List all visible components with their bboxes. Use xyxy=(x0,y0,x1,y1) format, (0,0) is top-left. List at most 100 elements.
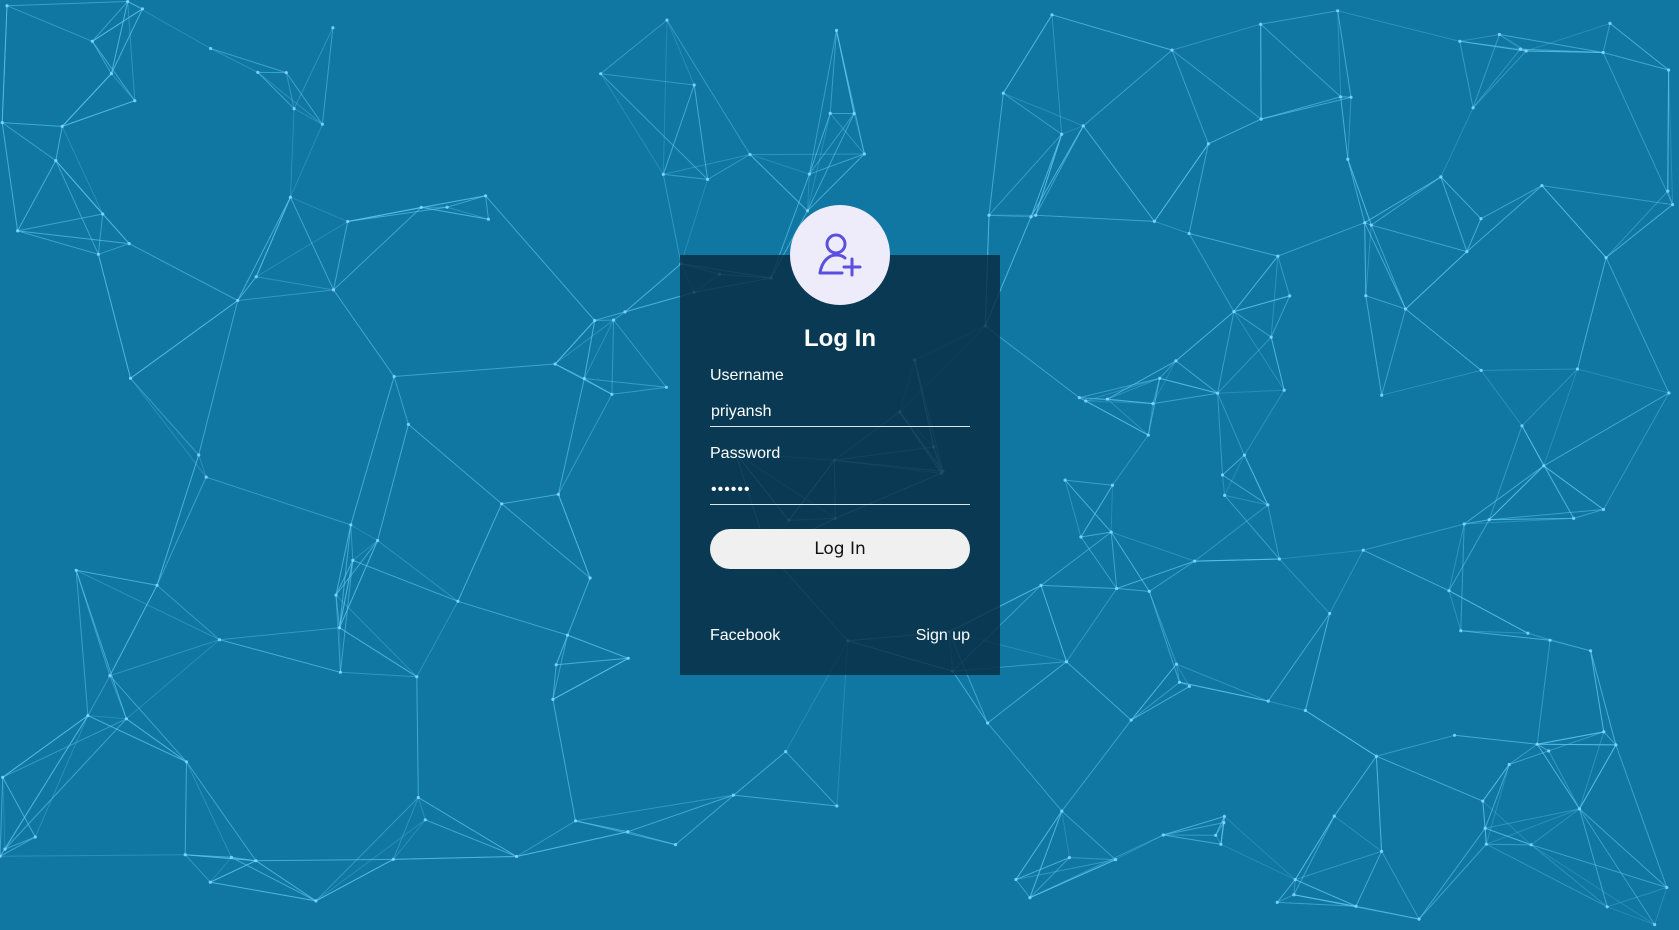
network-line xyxy=(1482,801,1487,845)
network-line xyxy=(1521,425,1545,467)
network-line xyxy=(1362,549,1450,592)
network-node xyxy=(731,793,736,797)
network-line xyxy=(1179,681,1269,702)
network-line xyxy=(611,319,615,395)
network-node xyxy=(500,502,504,506)
network-line xyxy=(0,777,4,857)
network-line xyxy=(87,715,187,763)
network-node xyxy=(987,213,991,217)
network-line xyxy=(1484,764,1510,829)
network-line xyxy=(707,154,751,180)
network-line xyxy=(583,320,596,379)
network-node xyxy=(1547,749,1551,753)
network-line xyxy=(1163,815,1225,836)
network-line xyxy=(1481,368,1578,371)
network-node xyxy=(1479,368,1483,372)
network-node xyxy=(1369,223,1373,227)
network-node xyxy=(612,318,616,322)
network-node xyxy=(54,159,58,163)
user-plus-icon xyxy=(814,229,866,281)
network-node xyxy=(1529,843,1533,847)
network-line xyxy=(1480,370,1523,427)
network-node xyxy=(1187,231,1191,236)
network-line xyxy=(347,206,422,222)
network-line xyxy=(61,126,104,215)
network-line xyxy=(1365,295,1383,396)
network-line xyxy=(485,195,596,321)
network-node xyxy=(1354,904,1358,908)
network-line xyxy=(1267,504,1280,560)
network-line xyxy=(554,319,614,365)
network-line xyxy=(130,300,238,379)
network-line xyxy=(809,153,865,175)
network-line xyxy=(952,670,989,724)
network-node xyxy=(184,760,189,764)
network-line xyxy=(130,377,207,478)
network-line xyxy=(1602,52,1674,205)
network-line xyxy=(1486,843,1532,846)
network-line xyxy=(237,276,257,301)
network-node xyxy=(3,847,7,851)
signup-link[interactable]: Sign up xyxy=(916,627,970,645)
network-node xyxy=(128,376,133,380)
network-line xyxy=(557,494,591,579)
network-node xyxy=(1282,388,1286,392)
network-node xyxy=(748,152,752,157)
network-line xyxy=(237,196,291,301)
network-node xyxy=(5,4,9,8)
network-node xyxy=(1151,402,1155,406)
network-line xyxy=(91,41,136,101)
network-node xyxy=(1665,885,1669,890)
network-node xyxy=(1216,391,1220,395)
network-line xyxy=(1,5,8,123)
network-line xyxy=(1015,859,1116,880)
network-line xyxy=(1295,850,1382,881)
network-line xyxy=(516,831,629,857)
network-line xyxy=(1440,176,1468,252)
network-line xyxy=(1508,743,1538,765)
network-node xyxy=(484,194,488,198)
network-node xyxy=(1667,391,1671,395)
network-node xyxy=(1577,807,1582,811)
login-button[interactable]: Log In xyxy=(710,529,970,569)
network-line xyxy=(807,113,831,212)
network-line xyxy=(17,213,103,232)
network-line xyxy=(600,73,695,86)
network-line xyxy=(339,627,418,678)
network-line xyxy=(17,230,130,245)
network-node xyxy=(1328,611,1332,616)
network-line xyxy=(1277,222,1365,257)
network-line xyxy=(257,72,323,125)
network-line xyxy=(1375,756,1383,852)
network-node xyxy=(217,638,222,642)
network-node xyxy=(456,599,460,603)
username-input[interactable] xyxy=(710,397,970,427)
network-line xyxy=(393,856,517,860)
network-node xyxy=(1465,250,1469,254)
network-node xyxy=(1110,483,1115,487)
network-line xyxy=(485,195,489,220)
network-line xyxy=(425,819,517,857)
network-line xyxy=(184,761,187,855)
network-node xyxy=(1214,833,1218,837)
network-line xyxy=(733,794,837,807)
network-line xyxy=(1061,810,1116,860)
network-line xyxy=(1082,49,1173,127)
network-line xyxy=(1066,661,1132,721)
network-node xyxy=(183,853,187,857)
network-node xyxy=(573,819,578,823)
password-input[interactable] xyxy=(710,475,970,505)
network-line xyxy=(829,30,837,114)
network-line xyxy=(1304,613,1331,711)
network-node xyxy=(60,124,64,128)
network-node xyxy=(1269,335,1273,339)
network-line xyxy=(988,93,1004,216)
network-line xyxy=(594,311,626,321)
network-line xyxy=(1152,392,1218,405)
network-line xyxy=(256,276,334,291)
network-line xyxy=(1277,255,1291,297)
network-node xyxy=(565,633,570,637)
network-node xyxy=(1266,699,1270,703)
facebook-link[interactable]: Facebook xyxy=(710,627,780,645)
network-line xyxy=(1,122,19,231)
